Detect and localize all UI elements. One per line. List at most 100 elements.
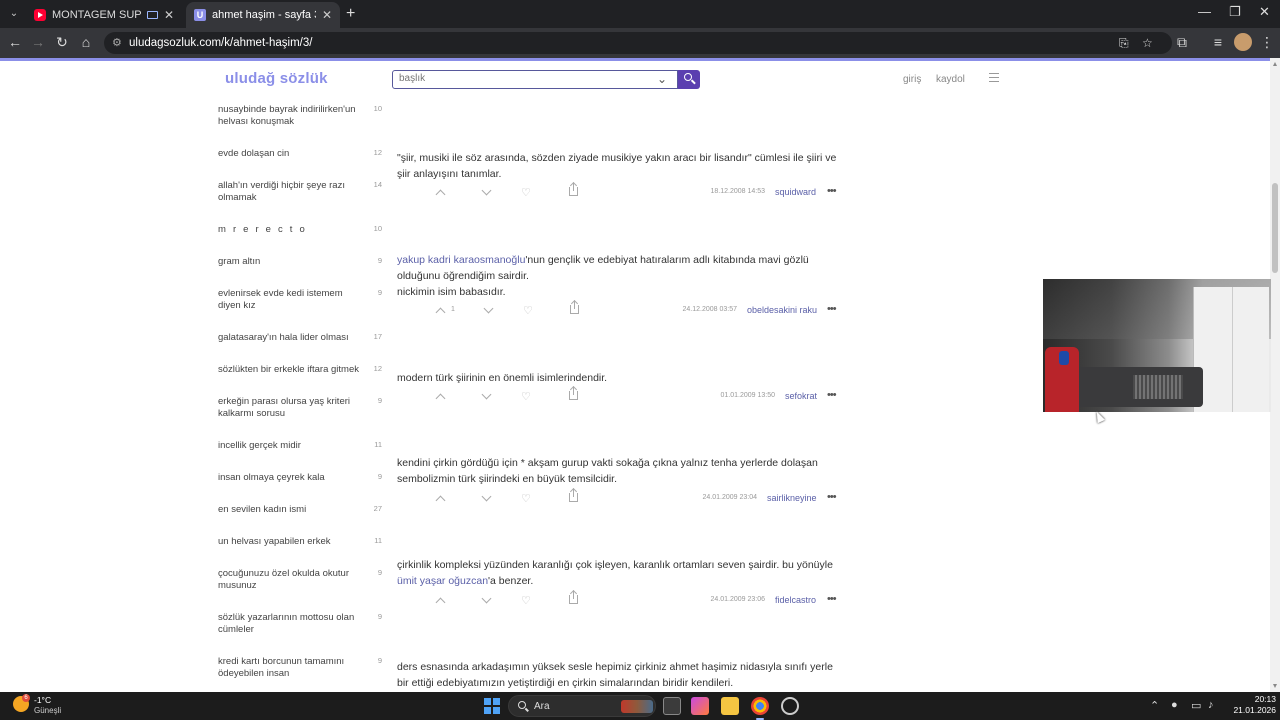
topic-title[interactable]: sözlükten bir erkekle iftara gitmek — [218, 364, 366, 376]
new-tab-icon[interactable]: + — [346, 5, 355, 23]
weather-temp[interactable]: -1°C — [34, 695, 51, 705]
entry-link[interactable]: yakup kadri karaosmanoğlu — [397, 254, 525, 266]
more-options-icon[interactable]: ••• — [827, 303, 837, 315]
reload-icon[interactable]: ↻ — [53, 34, 71, 51]
more-options-icon[interactable]: ••• — [827, 185, 837, 197]
restore-icon[interactable]: ❐ — [1229, 4, 1241, 20]
topic-title[interactable]: allah'ın verdiği hiçbir şeye razı olmama… — [218, 180, 366, 204]
upvote-icon[interactable] — [435, 597, 446, 608]
site-logo[interactable]: uludağ sözlük — [225, 70, 328, 87]
downvote-icon[interactable] — [481, 389, 492, 400]
topic-title[interactable]: gram altın — [218, 256, 366, 268]
downvote-icon[interactable] — [483, 303, 494, 314]
taskbar-date[interactable]: 21.01.2026 — [1226, 705, 1276, 715]
entry-author[interactable]: squidward — [775, 187, 816, 197]
topic-title[interactable]: sözlük yazarlarının mottosu olan cümlele… — [218, 612, 366, 636]
weather-desc[interactable]: Güneşli — [34, 706, 61, 715]
signup-link[interactable]: kaydol — [936, 74, 965, 85]
network-icon[interactable]: ▭ — [1191, 699, 1201, 712]
home-icon[interactable]: ⌂ — [77, 34, 95, 50]
search-icon — [684, 73, 692, 81]
entry-date: 01.01.2009 13:50 — [720, 392, 776, 399]
windows-start-icon[interactable] — [484, 698, 500, 714]
forward-icon[interactable]: → — [29, 34, 47, 50]
topic-title[interactable]: incellik gerçek midir — [218, 440, 366, 452]
scroll-thumb[interactable] — [1272, 183, 1278, 273]
entry-author[interactable]: fidelcastro — [775, 595, 816, 605]
entry-link[interactable]: ümit yaşar oğuzcan — [397, 575, 488, 587]
close-tab-icon[interactable]: ✕ — [164, 8, 174, 22]
volume-icon[interactable]: ♪ — [1208, 699, 1214, 711]
entry-author[interactable]: sefokrat — [785, 391, 817, 401]
tray-overflow-icon[interactable]: ⌃ — [1150, 699, 1159, 712]
profile-avatar[interactable] — [1234, 33, 1252, 51]
topic-title[interactable]: çocuğunuzu özel okulda okutur musunuz — [218, 568, 366, 592]
microphone-icon[interactable]: ● — [1171, 699, 1178, 711]
favorite-heart-icon[interactable]: ♡ — [521, 492, 531, 505]
entry: ders esnasında arkadaşımın yüksek sesle … — [397, 659, 842, 692]
media-control-icon[interactable]: ≡ — [1209, 34, 1227, 50]
tab-search-icon[interactable]: ⌄ — [6, 6, 22, 22]
topic-title[interactable]: insan olmaya çeyrek kala — [218, 472, 366, 484]
topic-title[interactable]: nusaybinde bayrak indirilirken'un helvas… — [218, 104, 366, 128]
install-app-icon[interactable]: ⎘ — [1119, 36, 1129, 51]
copilot-icon[interactable] — [691, 697, 709, 715]
favorite-heart-icon[interactable]: ♡ — [521, 186, 531, 199]
taskbar-time[interactable]: 20:13 — [1238, 694, 1276, 704]
share-icon[interactable] — [569, 591, 578, 604]
minimize-icon[interactable]: — — [1198, 4, 1211, 19]
topic-title[interactable]: erkeğin parası olursa yaş kriteri kalkar… — [218, 396, 366, 420]
downvote-icon[interactable] — [481, 491, 492, 502]
more-options-icon[interactable]: ••• — [827, 593, 837, 605]
extensions-icon[interactable]: ⧉ — [1173, 34, 1191, 51]
taskbar-search[interactable]: Ara — [508, 695, 656, 717]
upvote-icon[interactable] — [435, 495, 446, 506]
topic-title[interactable]: en sevilen kadın ismi — [218, 504, 366, 516]
chrome-icon[interactable] — [751, 697, 769, 720]
topic-title[interactable]: evde dolaşan cin — [218, 148, 366, 160]
favorite-heart-icon[interactable]: ♡ — [521, 594, 531, 607]
url-text[interactable]: uludagsozluk.com/k/ahmet-haşim/3/ — [129, 37, 312, 49]
hamburger-menu-icon[interactable] — [989, 73, 999, 85]
share-icon[interactable] — [570, 301, 579, 314]
topic-title[interactable]: m r e r e c t o — [218, 224, 366, 236]
file-explorer-icon[interactable] — [721, 697, 739, 715]
more-options-icon[interactable]: ••• — [827, 389, 837, 401]
tab-uludag[interactable]: U ahmet haşim - sayfa 3 - uludağ ✕ — [186, 2, 340, 28]
share-icon[interactable] — [569, 489, 578, 502]
menu-kebab-icon[interactable]: ⋮ — [1258, 34, 1276, 51]
close-window-icon[interactable]: ✕ — [1259, 4, 1270, 20]
task-view-icon[interactable] — [663, 697, 681, 715]
search-input[interactable] — [399, 73, 639, 84]
upvote-icon[interactable] — [435, 307, 446, 318]
topic-title[interactable]: un helvası yapabilen erkek — [218, 536, 366, 548]
app-notification-icon[interactable] — [781, 697, 799, 715]
back-icon[interactable]: ← — [6, 34, 24, 50]
topic-title[interactable]: galatasaray'ın hala lider olması — [218, 332, 366, 344]
login-link[interactable]: giriş — [903, 74, 921, 85]
downvote-icon[interactable] — [481, 593, 492, 604]
chevron-down-icon[interactable]: ⌄ — [657, 72, 667, 86]
more-options-icon[interactable]: ••• — [827, 491, 837, 503]
close-tab-icon[interactable]: ✕ — [322, 8, 332, 22]
favorite-heart-icon[interactable]: ♡ — [521, 390, 531, 403]
scroll-up-icon[interactable] — [1273, 62, 1277, 66]
entry-author[interactable]: sairlikneyine — [767, 493, 817, 503]
entry-author[interactable]: obeldesakini raku — [747, 305, 817, 315]
topic-title[interactable]: evlenirsek evde kedi istemem diyen kız — [218, 288, 366, 312]
upvote-icon[interactable] — [435, 189, 446, 200]
page-scrollbar[interactable] — [1270, 58, 1280, 692]
scroll-down-icon[interactable] — [1273, 684, 1277, 688]
favorite-heart-icon[interactable]: ♡ — [523, 304, 533, 317]
topic-title[interactable]: kredi kartı borcunun tamamını ödeyebilen… — [218, 656, 366, 680]
downvote-icon[interactable] — [481, 185, 492, 196]
site-info-icon[interactable]: ⚙ — [112, 36, 122, 49]
upvote-icon[interactable] — [435, 393, 446, 404]
tab-youtube[interactable]: MONTAGEM SUPERSONIC ✕ — [26, 2, 182, 28]
share-icon[interactable] — [569, 387, 578, 400]
bookmark-star-icon[interactable]: ☆ — [1142, 36, 1153, 50]
address-bar[interactable]: ⚙ uludagsozluk.com/k/ahmet-haşim/3/ ⎘ ☆ — [104, 32, 1172, 54]
search-button[interactable] — [678, 70, 700, 89]
share-icon[interactable] — [569, 183, 578, 196]
search-field[interactable]: ⌄ — [392, 70, 678, 89]
